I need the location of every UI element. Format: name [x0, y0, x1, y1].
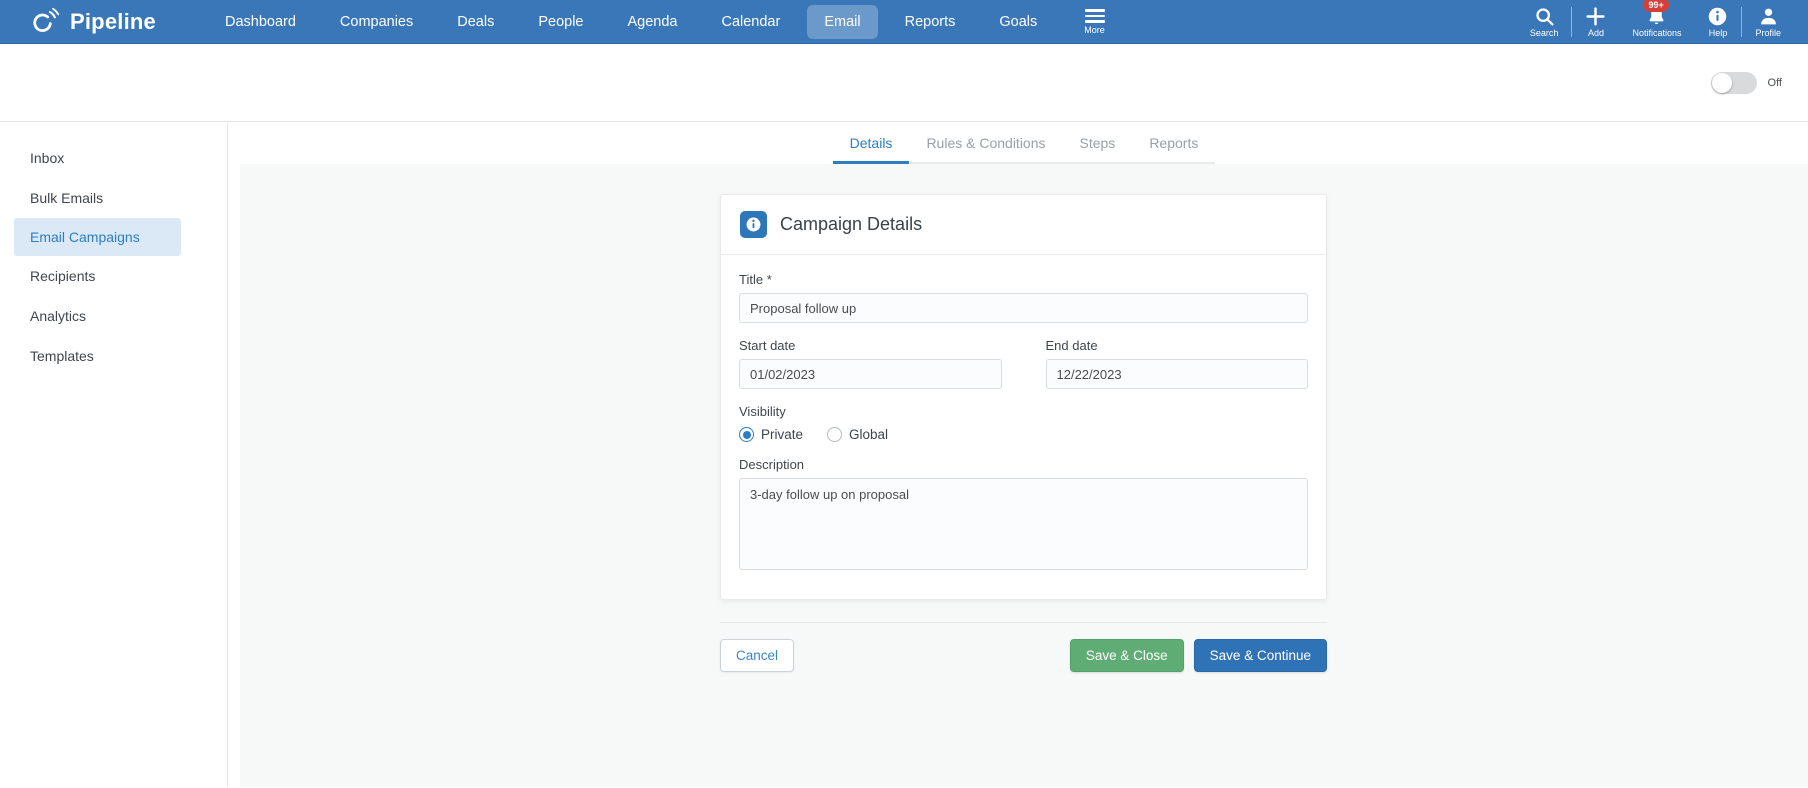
nav-item-calendar[interactable]: Calendar [704, 5, 797, 39]
nav-item-companies[interactable]: Companies [323, 5, 430, 39]
card-header: Campaign Details [721, 195, 1326, 255]
page-subheader: Off [0, 44, 1808, 122]
radio-private[interactable] [739, 427, 754, 442]
sidebar-item-analytics[interactable]: Analytics [0, 296, 227, 336]
radio-private-label: Private [761, 427, 804, 442]
form-actions-row: Cancel Save & Close Save & Continue [720, 639, 1327, 672]
visibility-private-option[interactable]: Private [739, 427, 803, 442]
sidebar-item-bulk-emails[interactable]: Bulk Emails [0, 178, 227, 218]
campaign-info-icon [740, 211, 767, 238]
search-button[interactable]: Search [1517, 6, 1572, 38]
visibility-label: Visibility [739, 404, 786, 419]
nav-utility-group: Search Add 99+ Notifications Help Profil… [1517, 0, 1808, 38]
nav-item-agenda[interactable]: Agenda [610, 5, 694, 39]
toggle-state-label: Off [1767, 76, 1782, 89]
profile-button[interactable]: Profile [1742, 6, 1794, 38]
visibility-options: Private Global [739, 425, 1308, 442]
start-date-field: Start date [739, 323, 1002, 389]
cancel-button[interactable]: Cancel [720, 639, 795, 672]
add-label: Add [1587, 28, 1604, 38]
notifications-count-badge: 99+ [1643, 0, 1669, 12]
help-label: Help [1708, 28, 1728, 38]
nav-more-label: More [1084, 24, 1105, 35]
description-textarea[interactable]: 3-day follow up on proposal [739, 478, 1308, 570]
tab-details[interactable]: Details [832, 122, 910, 164]
nav-item-reports[interactable]: Reports [888, 5, 973, 39]
search-label: Search [1529, 28, 1559, 38]
help-button[interactable]: Help [1694, 6, 1741, 38]
pipeline-spiral-icon [28, 6, 61, 38]
person-icon [1758, 6, 1779, 27]
card-title: Campaign Details [780, 214, 923, 234]
toggle-knob [1711, 72, 1732, 93]
top-navigation: Pipeline Dashboard Companies Deals Peopl… [0, 0, 1808, 44]
campaign-details-card: Campaign Details Title * Start date End … [720, 194, 1327, 600]
nav-item-goals[interactable]: Goals [982, 5, 1054, 39]
brand-name: Pipeline [70, 9, 156, 34]
profile-label: Profile [1755, 28, 1781, 38]
visibility-global-option[interactable]: Global [827, 427, 888, 442]
search-icon [1534, 6, 1555, 27]
sidebar-item-email-campaigns[interactable]: Email Campaigns [14, 218, 181, 256]
radio-global[interactable] [827, 427, 843, 442]
tab-steps[interactable]: Steps [1063, 122, 1133, 164]
main-region: Details Rules & Conditions Steps Reports… [228, 122, 1808, 787]
notifications-button[interactable]: 99+ Notifications [1619, 0, 1694, 38]
tab-reports[interactable]: Reports [1132, 122, 1215, 164]
sidebar-item-templates[interactable]: Templates [0, 336, 227, 376]
title-input[interactable] [739, 293, 1308, 323]
nav-more-menu[interactable]: More [1084, 9, 1105, 35]
end-date-label: End date [1045, 338, 1098, 353]
campaign-panel: Details Rules & Conditions Steps Reports… [240, 122, 1808, 787]
plus-icon [1585, 6, 1606, 27]
content-area: Inbox Bulk Emails Email Campaigns Recipi… [0, 122, 1808, 787]
form-actions-divider [720, 622, 1327, 623]
sidebar-item-recipients[interactable]: Recipients [0, 256, 227, 296]
start-date-input[interactable] [739, 359, 1002, 389]
sidebar-item-inbox[interactable]: Inbox [0, 138, 227, 178]
title-field-label: Title * [739, 272, 772, 287]
save-continue-button[interactable]: Save & Continue [1193, 639, 1327, 672]
campaign-tabstrip: Details Rules & Conditions Steps Reports [240, 122, 1808, 164]
start-date-label: Start date [739, 338, 796, 353]
hamburger-icon [1084, 9, 1105, 23]
date-row: Start date End date [739, 323, 1308, 389]
primary-nav: Dashboard Companies Deals People Agenda … [208, 5, 1054, 39]
nav-item-people[interactable]: People [521, 5, 600, 39]
card-body: Title * Start date End date Visibility [721, 255, 1326, 599]
nav-item-dashboard[interactable]: Dashboard [208, 5, 313, 39]
end-date-input[interactable] [1045, 359, 1308, 389]
tab-rules-conditions[interactable]: Rules & Conditions [909, 122, 1062, 164]
add-button[interactable]: Add [1572, 6, 1619, 38]
email-sidebar: Inbox Bulk Emails Email Campaigns Recipi… [0, 122, 228, 787]
brand-logo[interactable]: Pipeline [0, 6, 186, 38]
info-icon [1707, 6, 1728, 27]
description-label: Description [739, 457, 805, 472]
nav-item-email[interactable]: Email [807, 5, 878, 39]
tab-group: Details Rules & Conditions Steps Reports [832, 122, 1216, 164]
end-date-field: End date [1045, 323, 1308, 389]
nav-item-deals[interactable]: Deals [440, 5, 511, 39]
save-close-button[interactable]: Save & Close [1069, 639, 1184, 672]
notifications-label: Notifications [1632, 28, 1682, 38]
radio-global-label: Global [849, 427, 889, 442]
off-toggle-switch[interactable] [1710, 71, 1757, 94]
